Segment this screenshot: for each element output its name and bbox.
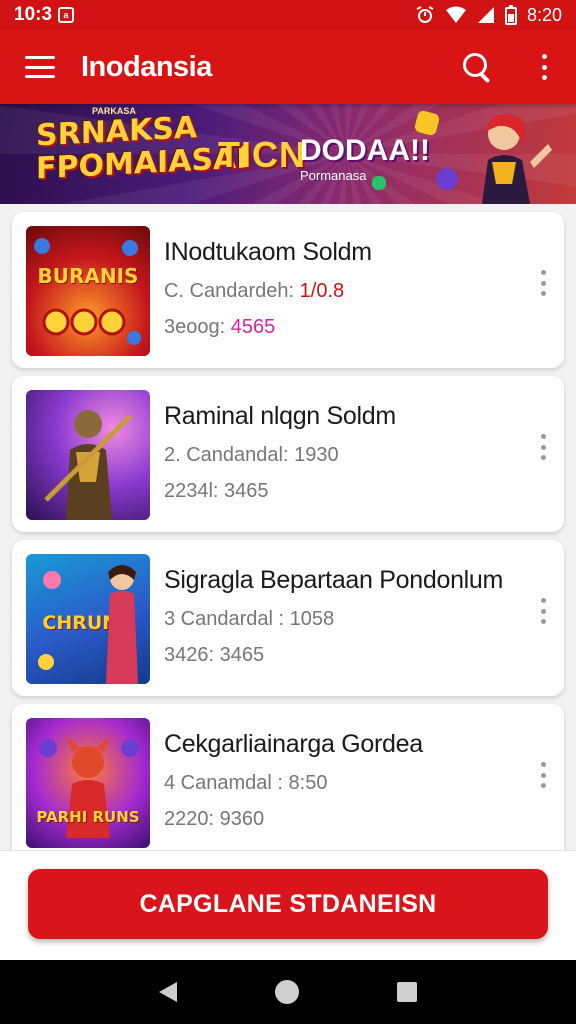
game-detail-secondary: 3426: 3465 [164, 644, 265, 666]
game-title: Sigragla Bepartaan Pondonlum [164, 566, 504, 594]
list-item[interactable]: Raminal nlqgn Soldm 2. Candandal: 1930 2… [12, 376, 564, 532]
game-title: INodtukaom Soldm [164, 238, 372, 266]
thumbnail-art [44, 410, 132, 520]
notification-square-icon: a [58, 7, 75, 23]
thumbnail-art [34, 238, 141, 345]
app-title: Inodansia [81, 50, 212, 83]
game-thumbnail [26, 390, 150, 520]
game-thumbnail: BURANIS [26, 226, 150, 356]
more-vert-icon[interactable] [536, 434, 550, 460]
primary-action-button[interactable]: CAPGLANE STDANEISN [28, 869, 548, 939]
game-detail-secondary: 2220: 9360 [164, 808, 265, 830]
game-thumbnail: CHRUNU [26, 554, 150, 684]
more-vert-icon[interactable] [534, 52, 554, 82]
wifi-icon [445, 6, 466, 23]
banner-hero-illustration [482, 114, 552, 204]
thumbnail-art [39, 736, 139, 838]
game-thumbnail: PARHI RUNS [26, 718, 150, 848]
banner-sprite-2 [436, 168, 458, 190]
bottom-action-area: CAPGLANE STDANEISN [0, 850, 576, 960]
status-time: 10:3 [14, 4, 53, 25]
list-item[interactable]: BURANIS INodtukaom Soldm C. Candardeh: 1… [12, 212, 564, 368]
promo-banner[interactable]: PARKASA SRNAKSA FPOMAIASAI TICN DODAA!! … [0, 104, 576, 204]
battery-icon [504, 5, 517, 25]
game-detail-primary: 3 Candardal : 1058 [164, 608, 335, 630]
system-nav-bar [0, 960, 576, 1024]
signal-icon [477, 7, 494, 23]
game-detail-primary: C. Candardeh: 1/0.8 [164, 280, 345, 302]
home-icon[interactable] [275, 980, 299, 1004]
list-item[interactable]: CHRUNU Sigragla Bepartaan Pondonlum 3 Ca… [12, 540, 564, 696]
app-bar: Inodansia [0, 30, 576, 104]
more-vert-icon[interactable] [536, 598, 550, 624]
menu-icon[interactable] [25, 56, 55, 78]
search-icon[interactable] [460, 50, 494, 84]
thumbnail-art [38, 565, 138, 684]
game-list: BURANIS INodtukaom Soldm C. Candardeh: 1… [0, 204, 576, 850]
thumbnail-text: PARHI RUNS [36, 808, 140, 826]
banner-mid-text: TICN [218, 134, 306, 175]
game-detail-secondary: 3eoog: 4565 [164, 316, 276, 338]
more-vert-icon[interactable] [536, 762, 550, 788]
more-vert-icon[interactable] [536, 270, 550, 296]
status-clock: 8:20 [526, 4, 562, 25]
game-detail-primary: 2. Candandal: 1930 [164, 444, 339, 466]
banner-right-subtext: Pormanasa [300, 168, 367, 183]
list-item[interactable]: PARHI RUNS Cekgarliainarga Gordea 4 Cana… [12, 704, 564, 850]
alarm-icon [416, 6, 434, 23]
game-title: Cekgarliainarga Gordea [164, 730, 423, 758]
game-detail-primary: 4 Canamdal : 8:50 [164, 772, 328, 794]
game-title: Raminal nlqgn Soldm [164, 402, 396, 430]
banner-right-text: DODAA!! [300, 134, 430, 167]
game-detail-secondary: 2234l: 3465 [164, 480, 269, 502]
back-icon[interactable] [159, 982, 177, 1002]
status-bar: 10:3 a 8:20 [0, 0, 576, 30]
banner-title: SRNAKSA FPOMAIASAI [36, 108, 247, 186]
recents-icon[interactable] [397, 982, 417, 1002]
status-icons: 8:20 [415, 5, 562, 26]
banner-sprite-3 [372, 176, 386, 190]
